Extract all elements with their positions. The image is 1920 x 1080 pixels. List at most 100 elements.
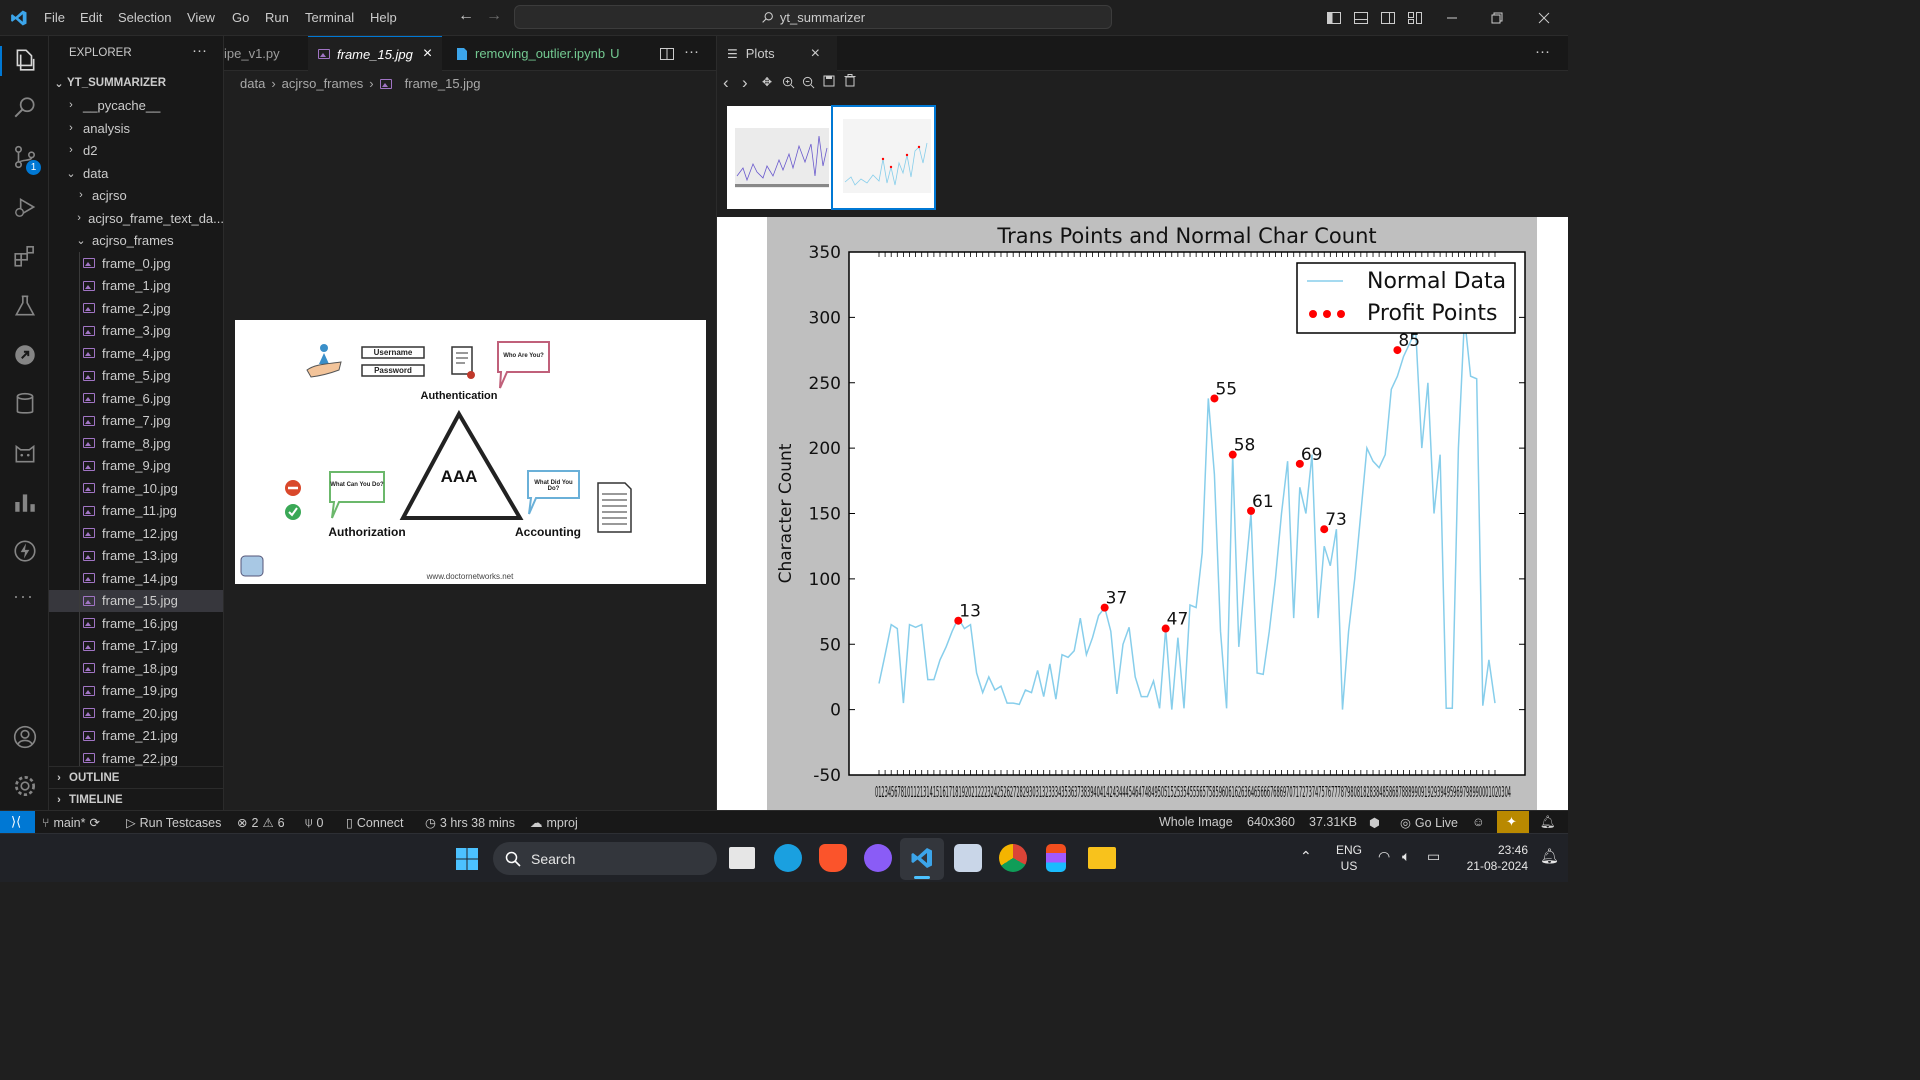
file-item[interactable]: frame_10.jpg [49, 477, 223, 499]
folder-acjrso-frames[interactable]: ⌄ acjrso_frames [49, 229, 223, 251]
volume-icon[interactable]: 🔈︎ [1402, 848, 1410, 865]
workspace-root[interactable]: ⌄ YT_SUMMARIZER [49, 72, 223, 94]
battery-icon[interactable]: ▭ [1427, 848, 1440, 865]
file-item[interactable]: frame_19.jpg [49, 680, 223, 702]
file-item[interactable]: frame_4.jpg [49, 342, 223, 364]
go-live-status[interactable]: ◎ Go Live [1400, 815, 1458, 831]
tab-removing-outlier[interactable]: removing_outlier.ipynb U [446, 36, 636, 71]
menu-edit[interactable]: Edit [80, 10, 102, 25]
connect-status[interactable]: ▯ Connect [346, 815, 403, 831]
folder-data[interactable]: ⌄ data [49, 162, 223, 184]
extensions-icon[interactable] [12, 243, 38, 269]
tab-frame-15[interactable]: frame_15.jpg × [308, 36, 442, 71]
customize-layout-icon[interactable] [1407, 10, 1423, 26]
file-item[interactable]: frame_15.jpg [49, 589, 223, 612]
split-editor-icon[interactable] [659, 46, 675, 62]
figma-icon[interactable] [1046, 844, 1066, 872]
close-tab-icon[interactable]: × [423, 45, 432, 63]
search-icon[interactable] [12, 95, 38, 121]
file-item[interactable]: frame_8.jpg [49, 432, 223, 454]
messenger-icon[interactable] [864, 844, 892, 872]
close-tab-icon[interactable]: × [811, 45, 820, 63]
outline-section[interactable]: › OUTLINE [49, 766, 223, 788]
edge-icon[interactable] [774, 844, 802, 872]
remote-indicator[interactable]: ⟩⟨ [0, 811, 35, 833]
breadcrumb-item[interactable]: frame_15.jpg [405, 76, 481, 91]
charts-icon[interactable] [12, 489, 38, 515]
pan-icon[interactable]: ✥ [762, 75, 772, 89]
breadcrumb-item[interactable]: acjrso_frames [282, 76, 364, 91]
copilot-status[interactable]: ⬢ [1369, 815, 1380, 830]
menu-go[interactable]: Go [232, 10, 249, 25]
settings-gear-icon[interactable] [12, 773, 38, 799]
problems-status[interactable]: ⊗ 2 ⚠ 6 [237, 815, 285, 831]
zoom-out-icon[interactable] [802, 76, 815, 89]
file-explorer-icon[interactable] [1088, 847, 1116, 869]
file-item[interactable]: frame_2.jpg [49, 297, 223, 319]
windows-start-icon[interactable] [455, 847, 479, 871]
file-item[interactable]: frame_1.jpg [49, 275, 223, 297]
folder-d2[interactable]: › d2 [49, 139, 223, 161]
file-item[interactable]: frame_0.jpg [49, 252, 223, 274]
database-icon[interactable] [12, 391, 38, 417]
file-item[interactable]: frame_16.jpg [49, 612, 223, 634]
sparkle-status[interactable]: ✦ [1497, 811, 1529, 833]
folder-pycache[interactable]: › __pycache__ [49, 94, 223, 116]
thunder-client-icon[interactable] [12, 538, 38, 564]
plots-more-icon[interactable]: ··· [1535, 43, 1550, 60]
vscode-taskbar-highlight[interactable] [900, 838, 944, 880]
run-debug-icon[interactable] [12, 194, 38, 220]
file-item[interactable]: frame_12.jpg [49, 522, 223, 544]
command-center-search[interactable]: yt_summarizer [514, 5, 1112, 29]
next-plot-icon[interactable]: › [742, 73, 748, 93]
file-item[interactable]: frame_3.jpg [49, 320, 223, 342]
notification-bell-icon[interactable]: 🔔︎ [1540, 847, 1559, 865]
back-arrow-icon[interactable]: ← [458, 7, 474, 25]
file-item[interactable]: frame_20.jpg [49, 702, 223, 724]
editor-more-icon[interactable]: ··· [684, 43, 699, 60]
file-item[interactable]: frame_11.jpg [49, 500, 223, 522]
menu-run[interactable]: Run [265, 10, 289, 25]
copilot-chat-status[interactable]: ☺ [1472, 815, 1485, 829]
toggle-primary-sidebar-icon[interactable] [1326, 10, 1342, 26]
save-plot-icon[interactable] [823, 75, 835, 87]
menu-view[interactable]: View [187, 10, 215, 25]
file-item[interactable]: frame_9.jpg [49, 455, 223, 477]
file-item[interactable]: frame_18.jpg [49, 657, 223, 679]
image-zoom-status[interactable]: Whole Image [1159, 815, 1233, 829]
tab-plots[interactable]: ☰ Plots × [717, 36, 837, 71]
github-cat-icon[interactable] [12, 440, 38, 466]
close-window-icon[interactable] [1537, 11, 1551, 25]
explorer-more-icon[interactable]: ··· [192, 42, 207, 59]
menu-terminal[interactable]: Terminal [305, 10, 354, 25]
wifi-icon[interactable]: ◠ [1378, 848, 1390, 865]
file-item[interactable]: frame_14.jpg [49, 567, 223, 589]
folder-analysis[interactable]: › analysis [49, 117, 223, 139]
plot-thumbnail-1[interactable] [727, 106, 831, 209]
file-item[interactable]: frame_5.jpg [49, 365, 223, 387]
account-icon[interactable] [12, 724, 38, 750]
more-views-icon[interactable]: ··· [13, 586, 34, 607]
language-indicator[interactable]: ENG US [1334, 842, 1364, 874]
notifications-status[interactable]: 🔔︎ [1540, 815, 1556, 830]
chrome-icon[interactable] [999, 844, 1027, 872]
explorer-icon[interactable] [12, 47, 38, 73]
ports-status[interactable]: ⍦ 0 [305, 815, 323, 830]
menu-help[interactable]: Help [370, 10, 397, 25]
taskbar-search[interactable]: Search [493, 842, 717, 875]
previous-plot-icon[interactable]: ‹ [723, 73, 729, 93]
delete-plot-icon[interactable] [844, 74, 856, 87]
show-hidden-icons-icon[interactable]: ⌃ [1300, 848, 1312, 865]
project-status[interactable]: ☁ mproj [530, 815, 578, 831]
run-testcases-status[interactable]: ▷ Run Testcases [126, 815, 221, 831]
file-item[interactable]: frame_6.jpg [49, 387, 223, 409]
file-item[interactable]: frame_13.jpg [49, 545, 223, 567]
tab-ipe-v1[interactable]: ipe_v1.py [224, 36, 306, 71]
time-tracker-status[interactable]: ◷ 3 hrs 38 mins [425, 815, 515, 831]
timeline-section[interactable]: › TIMELINE [49, 788, 223, 810]
app-icon-notepad[interactable] [954, 844, 982, 872]
file-item[interactable]: frame_7.jpg [49, 410, 223, 432]
file-item[interactable]: frame_17.jpg [49, 635, 223, 657]
testing-flask-icon[interactable] [12, 293, 38, 319]
folder-acjrso-frame-text[interactable]: › acjrso_frame_text_da... [49, 207, 223, 229]
